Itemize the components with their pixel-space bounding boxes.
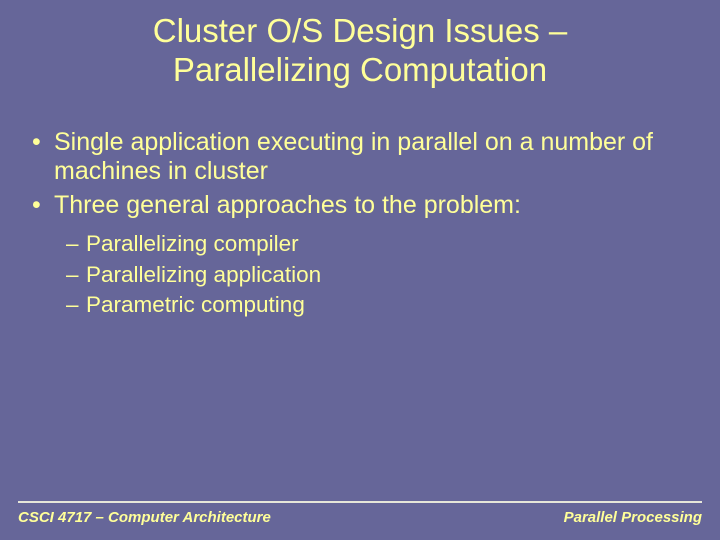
bullet-text: Single application executing in parallel… xyxy=(54,128,653,186)
sub-bullet-item: Parametric computing xyxy=(30,291,690,319)
footer-left: CSCI 4717 – Computer Architecture xyxy=(18,509,271,526)
title-line-2: Parallelizing Computation xyxy=(173,51,547,88)
footer-divider xyxy=(18,501,702,503)
title-line-1: Cluster O/S Design Issues – xyxy=(153,12,568,49)
slide-content: Single application executing in parallel… xyxy=(0,90,720,319)
slide: Cluster O/S Design Issues – Parallelizin… xyxy=(0,0,720,540)
bullet-item: Single application executing in parallel… xyxy=(30,128,690,187)
footer-right: Parallel Processing xyxy=(564,509,702,526)
sub-bullet-text: Parallelizing application xyxy=(86,262,321,287)
slide-footer: CSCI 4717 – Computer Architecture Parall… xyxy=(0,501,720,526)
slide-title: Cluster O/S Design Issues – Parallelizin… xyxy=(0,0,720,90)
bullet-text: Three general approaches to the problem: xyxy=(54,191,521,219)
sub-bullet-group: Parallelizing compiler Parallelizing app… xyxy=(30,230,690,318)
sub-bullet-item: Parallelizing application xyxy=(30,261,690,289)
sub-bullet-text: Parametric computing xyxy=(86,292,305,317)
sub-bullet-text: Parallelizing compiler xyxy=(86,231,299,256)
footer-row: CSCI 4717 – Computer Architecture Parall… xyxy=(18,509,702,526)
bullet-item: Three general approaches to the problem: xyxy=(30,191,690,221)
sub-bullet-item: Parallelizing compiler xyxy=(30,230,690,258)
